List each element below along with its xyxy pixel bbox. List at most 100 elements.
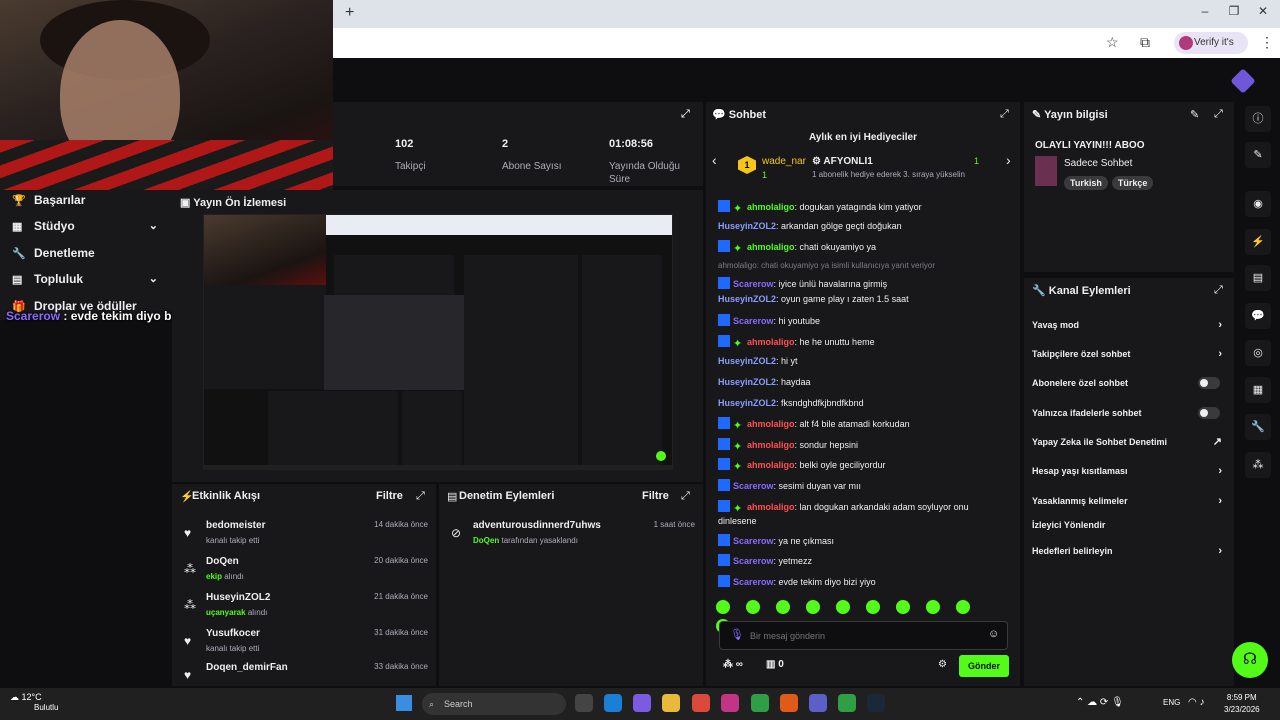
account-age-row[interactable]: Hesap yaşı kısıtlaması › (1032, 461, 1226, 481)
slow-mode-row[interactable]: Yavaş mod › (1032, 315, 1226, 335)
chat-username[interactable]: ahmolaligo (747, 337, 795, 347)
subscribers-only-toggle[interactable] (1198, 377, 1220, 389)
xbox-icon[interactable] (751, 694, 769, 712)
chat-input[interactable]: 🎙 ☺ (719, 621, 1008, 650)
chat-message[interactable]: Scarerow: iyice ünlü havalarına girmiş (718, 277, 1008, 291)
expand-icon[interactable]: ⤢ (681, 490, 690, 503)
browser-icon[interactable] (780, 694, 798, 712)
chat-username[interactable]: HuseyinZOL2 (718, 221, 776, 231)
list-item[interactable]: ⁂ HuseyinZOL2 uçanyarak alındı 21 dakika… (182, 592, 430, 626)
chat-message[interactable]: ✦ ahmolaligo: lan dogukan arkandaki adam … (718, 500, 1008, 528)
gifter-name[interactable]: wade_nar (762, 156, 806, 167)
expand-icon[interactable]: ⤢ (416, 490, 425, 503)
stream-preview-video[interactable] (203, 214, 673, 470)
emote-only-toggle[interactable] (1198, 407, 1220, 419)
camera-icon[interactable]: ◉ (1245, 191, 1271, 217)
send-button[interactable]: Gönder (959, 655, 1009, 677)
new-tab-button[interactable]: + (345, 5, 361, 21)
tag[interactable]: Türkçe (1111, 176, 1154, 190)
windows-start-icon[interactable] (396, 695, 412, 711)
expand-icon[interactable]: ⤢ (681, 108, 690, 121)
chevron-right-icon[interactable]: › (1006, 152, 1011, 168)
teams-icon[interactable] (809, 694, 827, 712)
chat-message[interactable]: Scarerow: sesimi duyan var mıı (718, 479, 1008, 493)
chat-message-field[interactable] (750, 628, 980, 644)
activity-filter-button[interactable]: Filtre (376, 490, 403, 502)
chat-username[interactable]: Scarerow (733, 536, 774, 546)
edge-icon[interactable] (604, 694, 622, 712)
category-name[interactable]: Sadece Sohbet (1064, 158, 1132, 169)
wrench-icon[interactable]: 🔧 (1245, 414, 1271, 440)
task-view-icon[interactable] (575, 694, 593, 712)
banned-words-row[interactable]: Yasaklanmış kelimeler › (1032, 491, 1226, 511)
chat-message[interactable]: ✦ ahmolaligo: alt f4 bile atamadi korkuda… (718, 417, 1008, 432)
chat-username[interactable]: ahmolaligo (747, 460, 795, 470)
sidebar-item-studio[interactable]: ▦ Stüdyo ⌄ (12, 216, 172, 236)
close-window-button[interactable]: ✕ (1254, 4, 1272, 20)
tag[interactable]: Turkish (1064, 176, 1108, 190)
list-item[interactable]: ♥ bedomeister kanalı takip etti 14 dakik… (182, 520, 430, 554)
chat-username[interactable]: Scarerow (733, 279, 774, 289)
weather-widget[interactable]: ☁ 12°C Bulutlu (10, 692, 58, 712)
lightning-icon[interactable]: ⚡ (1245, 229, 1271, 255)
layout-icon[interactable]: ▦ (1245, 377, 1271, 403)
moderation-filter-button[interactable]: Filtre (642, 490, 669, 502)
drops-icon[interactable]: ⁂ (1245, 452, 1271, 478)
chat-message[interactable]: HuseyinZOL2: haydaa (718, 376, 1008, 389)
sidebar-item-community[interactable]: ▤ Topluluk ⌄ (12, 269, 172, 289)
extensions-icon[interactable]: ⧉ (1140, 34, 1150, 51)
chat-message[interactable]: ✦ ahmolaligo: belki oyle geciliyordur (718, 458, 1008, 473)
raid-row[interactable]: İzleyici Yönlendir (1032, 515, 1226, 535)
mic-icon[interactable]: 🎙 (730, 628, 744, 641)
pencil-icon[interactable]: ✎ (1245, 142, 1271, 168)
expand-icon[interactable]: ⤢ (1214, 108, 1223, 121)
broadcast-icon[interactable]: ◎ (1245, 340, 1271, 366)
maximize-button[interactable]: ❐ (1225, 4, 1243, 20)
chat-username[interactable]: HuseyinZOL2 (718, 294, 776, 304)
list-item[interactable]: ♥ Doqen_demirFan 33 dakika önce (182, 662, 430, 684)
steam-icon[interactable] (867, 694, 885, 712)
chat-username[interactable]: ahmolaligo (747, 502, 795, 512)
chat-message[interactable]: ✦ ahmolaligo: he he unuttu heme (718, 335, 1008, 350)
address-bar[interactable] (333, 28, 1280, 58)
chat-message[interactable]: Scarerow: yetmezz (718, 554, 1008, 568)
chat-username[interactable]: HuseyinZOL2 (718, 377, 776, 387)
taskbar-search[interactable]: ⌕ Search (422, 693, 566, 715)
goals-row[interactable]: Hedefleri belirleyin › (1032, 541, 1226, 561)
list-item[interactable]: ♥ Yusufkocer kanalı takip etti 31 dakika… (182, 628, 430, 662)
chat-username[interactable]: ahmolaligo (747, 419, 795, 429)
gift-counter[interactable]: ▥ 0 (766, 659, 784, 670)
chat-message[interactable]: HuseyinZOL2: fksndghdfkjbndfkbnd (718, 397, 1008, 410)
settings-gear-icon[interactable]: ⚙ (938, 659, 947, 670)
points-display[interactable]: ⁂ ∞ (723, 659, 743, 670)
language-indicator[interactable]: ENG (1163, 698, 1180, 707)
taskbar-clock[interactable]: 8:59 PM 3/23/2026 (1224, 692, 1260, 716)
emoji-icon[interactable]: ☺ (988, 628, 999, 640)
note-icon[interactable]: ▤ (1245, 265, 1271, 291)
instagram-icon[interactable] (721, 694, 739, 712)
chat-username[interactable]: Scarerow (733, 577, 774, 587)
info-icon[interactable]: ⓘ (1245, 106, 1271, 132)
chat-username[interactable]: HuseyinZOL2 (718, 356, 776, 366)
minimize-button[interactable]: – (1196, 4, 1214, 20)
chrome-icon[interactable] (692, 694, 710, 712)
gifter-name[interactable]: ⚙ AFYONLI1 (812, 156, 873, 167)
list-item[interactable]: ⊘ adventurousdinnerd7uhws DoQen tarafınd… (449, 520, 697, 554)
help-headset-icon[interactable]: ☊ (1232, 642, 1268, 678)
chevron-left-icon[interactable]: ‹ (712, 152, 717, 168)
chat-message[interactable]: ✦ ahmolaligo: dogukan yatagında kim yatiy… (718, 200, 1008, 215)
verify-profile-button[interactable]: Verify it's you (1174, 32, 1248, 70)
sidebar-item-achievements[interactable]: 🏆 Başarılar (12, 190, 85, 210)
chat-username[interactable]: Scarerow (733, 481, 774, 491)
bookmark-star-icon[interactable]: ☆ (1106, 34, 1119, 51)
chat-username[interactable]: ahmolaligo (747, 202, 795, 212)
chat-message[interactable]: Scarerow: ya ne çıkması (718, 534, 1008, 548)
chat-message[interactable]: HuseyinZOL2: arkandan gölge geçti doğuka… (718, 220, 1008, 233)
expand-icon[interactable]: ⤢ (1000, 108, 1009, 121)
chat-message[interactable]: Scarerow: hi youtube (718, 314, 1008, 328)
expand-icon[interactable]: ⤢ (1214, 284, 1223, 297)
chat-username[interactable]: ahmolaligo (747, 242, 795, 252)
copilot-icon[interactable] (633, 694, 651, 712)
chat-message[interactable]: ✦ ahmolaligo: chati okuyamiyo ya (718, 240, 1008, 255)
edit-icon[interactable]: ✎ (1190, 108, 1199, 121)
